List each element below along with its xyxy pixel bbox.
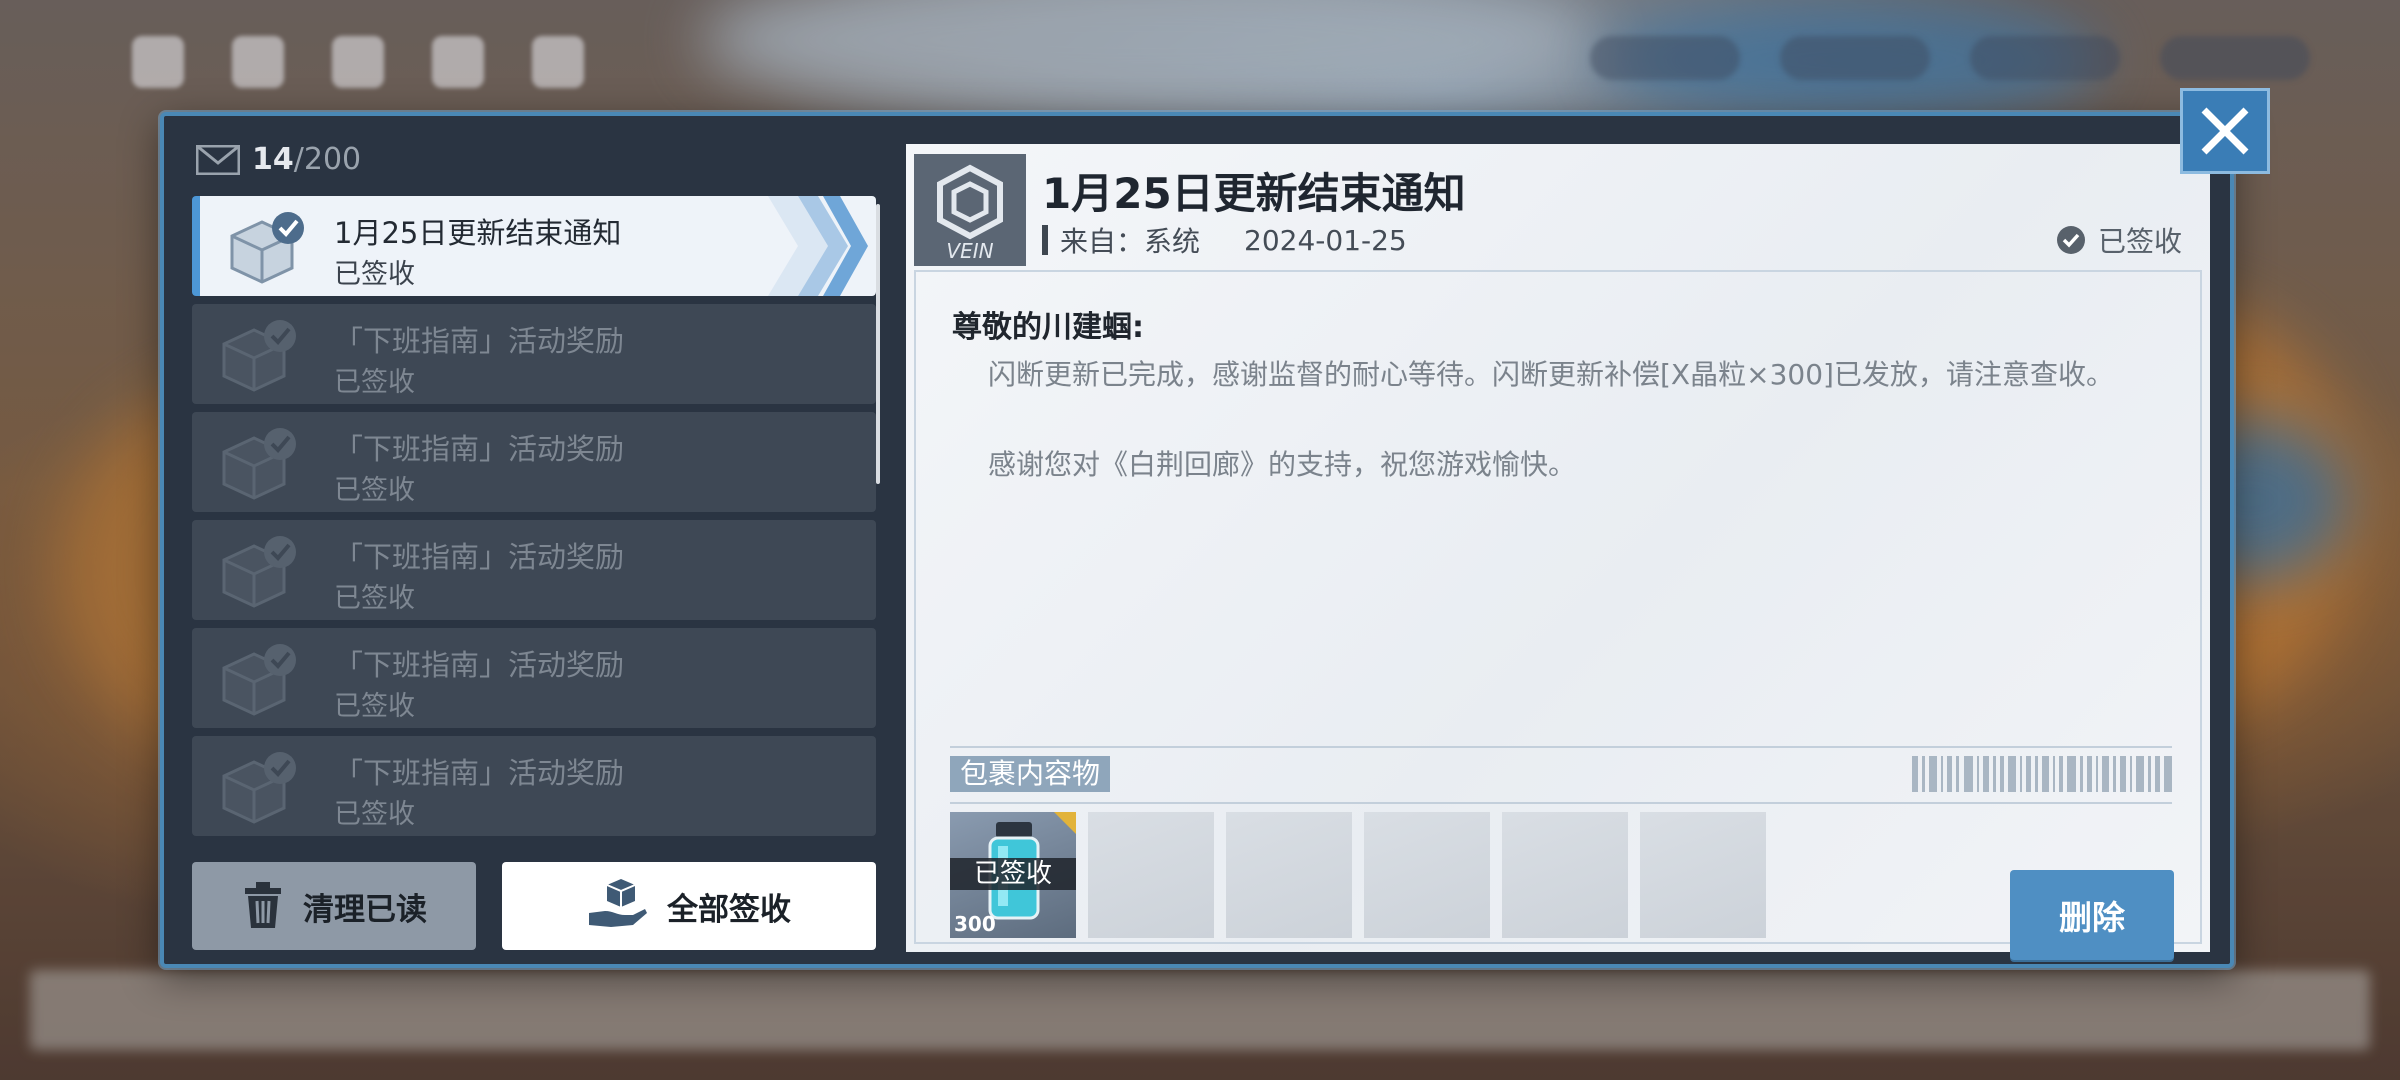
mail-list[interactable]: 1月25日更新结束通知 已签收 「下班指南」活动奖励 已签收 「下班指南」活动奖… — [192, 196, 876, 846]
check-circle-icon — [2056, 226, 2085, 254]
attachment-quantity: 300 — [954, 912, 996, 936]
attachment-slot-empty — [1502, 812, 1628, 938]
sender-logo: VEIN — [914, 154, 1026, 266]
mail-list-item-5[interactable]: 「下班指南」活动奖励 已签收 — [192, 736, 876, 836]
package-check-icon — [222, 752, 296, 824]
package-check-icon — [222, 644, 296, 716]
mail-list-item-3[interactable]: 「下班指南」活动奖励 已签收 — [192, 520, 876, 620]
envelope-icon — [196, 144, 240, 175]
mail-date: 2024-01-25 — [1244, 223, 1407, 257]
mail-detail-title: 1月25日更新结束通知 — [1042, 169, 1466, 218]
mail-item-status: 已签收 — [334, 691, 415, 722]
mail-content-box: 尊敬的川建蝈: 闪断更新已完成，感谢监督的耐心等待。闪断更新补偿[Ⅹ晶粒×300… — [914, 270, 2202, 944]
vein-logo-icon: VEIN — [937, 164, 1003, 263]
mail-item-title: 「下班指南」活动奖励 — [334, 540, 625, 574]
package-check-icon — [222, 428, 296, 500]
mail-item-title: 「下班指南」活动奖励 — [334, 432, 625, 466]
mail-list-scrollbar[interactable] — [876, 204, 880, 484]
package-check-icon — [230, 212, 304, 284]
mail-item-status: 已签收 — [334, 583, 415, 614]
delete-button[interactable]: 删除 — [2010, 870, 2174, 960]
clear-read-button[interactable]: 清理已读 — [192, 862, 476, 950]
sender-marker — [1042, 225, 1048, 255]
mail-item-status: 已签收 — [334, 259, 415, 290]
attachment-slot-empty — [1088, 812, 1214, 938]
attachment-status: 已签收 — [950, 858, 1076, 890]
attachments-header: 包裹内容物 — [950, 746, 2172, 804]
mail-counter: 14/200 — [196, 142, 361, 177]
mail-sender-row: 来自：系统 2024-01-25 — [1042, 220, 1407, 260]
background-resource-bar — [1590, 36, 2310, 80]
mail-body: 闪断更新已完成，感谢监督的耐心等待。闪断更新补偿[Ⅹ晶粒×300]已发放，请注意… — [988, 352, 2148, 532]
attachment-slot-empty — [1226, 812, 1352, 938]
mail-list-item-4[interactable]: 「下班指南」活动奖励 已签收 — [192, 628, 876, 728]
mail-count-separator: / — [293, 142, 304, 177]
mail-list-panel: 14/200 1月25日更新结束通知 已签收 「下班指南」活动奖励 已签收 「下… — [176, 126, 886, 952]
mail-item-title: 「下班指南」活动奖励 — [334, 648, 625, 682]
mail-item-title: 「下班指南」活动奖励 — [334, 756, 625, 790]
attachment-item[interactable]: 已签收 300 — [950, 812, 1076, 938]
close-button[interactable] — [2180, 88, 2270, 174]
mail-dialog: 14/200 1月25日更新结束通知 已签收 「下班指南」活动奖励 已签收 「下… — [160, 112, 2234, 968]
mail-item-title: 1月25日更新结束通知 — [334, 216, 622, 250]
background-top-icons — [132, 36, 584, 88]
mail-item-status: 已签收 — [334, 475, 415, 506]
barcode-decoration — [1912, 756, 2172, 792]
selected-chevron-icon — [768, 196, 868, 296]
trash-icon — [245, 882, 281, 928]
hand-package-icon — [589, 879, 647, 927]
mail-list-item-1[interactable]: 「下班指南」活动奖励 已签收 — [192, 304, 876, 404]
received-status-label: 已签收 — [2097, 225, 2182, 258]
attachment-slots: 已签收 300 — [950, 812, 1766, 938]
mail-greeting: 尊敬的川建蝈: — [952, 310, 1144, 345]
package-check-icon — [222, 320, 296, 392]
mail-paragraph-1: 闪断更新已完成，感谢监督的耐心等待。闪断更新补偿[Ⅹ晶粒×300]已发放，请注意… — [988, 358, 2114, 391]
mail-item-status: 已签收 — [334, 799, 415, 830]
claim-all-button[interactable]: 全部签收 — [502, 862, 876, 950]
mail-detail-panel: VEIN 1月25日更新结束通知 来自：系统 2024-01-25 已签收 尊敬… — [906, 144, 2210, 960]
mail-list-item-0[interactable]: 1月25日更新结束通知 已签收 — [192, 196, 876, 296]
attachment-slot-empty — [1364, 812, 1490, 938]
claim-all-label: 全部签收 — [667, 891, 791, 928]
mail-sender: 来自：系统 — [1060, 225, 1201, 258]
mail-count-current: 14 — [252, 142, 294, 177]
mail-item-title: 「下班指南」活动奖励 — [334, 324, 625, 358]
clear-read-label: 清理已读 — [303, 891, 427, 928]
attachments-label: 包裹内容物 — [950, 756, 1111, 792]
received-status: 已签收 — [2056, 220, 2182, 260]
mail-paragraph-2: 感谢您对《白荆回廊》的支持，祝您游戏愉快。 — [988, 448, 1577, 481]
mail-item-status: 已签收 — [334, 367, 415, 398]
close-icon — [2201, 107, 2249, 155]
mail-list-item-2[interactable]: 「下班指南」活动奖励 已签收 — [192, 412, 876, 512]
package-check-icon — [222, 536, 296, 608]
svg-text:VEIN: VEIN — [946, 239, 993, 263]
attachment-slot-empty — [1640, 812, 1766, 938]
mail-count-max: 200 — [303, 142, 362, 177]
rarity-corner — [1054, 812, 1076, 834]
